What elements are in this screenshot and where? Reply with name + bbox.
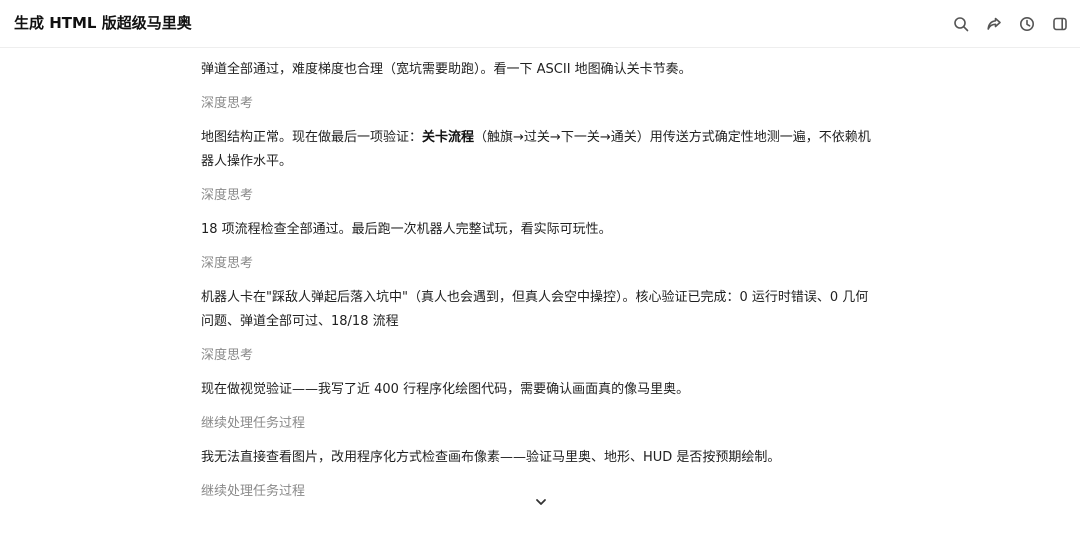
message-text: 现在做视觉验证——我写了近 400 行程序化绘图代码，需要确认画面真的像马里奥。 bbox=[201, 382, 690, 397]
chevron-down-icon bbox=[536, 499, 546, 505]
message-text: 机器人卡在"踩敌人弹起后落入坑中"（真人也会遇到，但真人会空中操控）。核心验证已… bbox=[201, 290, 869, 329]
thinking-toggle[interactable]: 深度思考 bbox=[201, 184, 871, 208]
conversation-content: 弹道全部通过，难度梯度也合理（宽坑需要助跑）。看一下 ASCII 地图确认关卡节… bbox=[201, 58, 871, 504]
message-text: 弹道全部通过，难度梯度也合理（宽坑需要助跑）。看一下 ASCII 地图确认关卡节… bbox=[201, 62, 692, 77]
sidebar-toggle-icon bbox=[1052, 17, 1067, 30]
task-process-toggle[interactable]: 继续处理任务过程 bbox=[201, 412, 871, 436]
message-bold-text: 关卡流程 bbox=[422, 130, 475, 145]
message-text-part: 地图结构正常。现在做最后一项验证： bbox=[201, 130, 423, 145]
page-title: 生成 HTML 版超级马里奥 bbox=[14, 14, 192, 32]
share-button[interactable] bbox=[981, 11, 1006, 36]
search-button[interactable] bbox=[948, 11, 973, 36]
scroll-to-bottom-button[interactable] bbox=[529, 490, 553, 514]
thinking-toggle[interactable]: 深度思考 bbox=[201, 92, 871, 116]
thinking-toggle[interactable]: 深度思考 bbox=[201, 252, 871, 276]
top-bar: 生成 HTML 版超级马里奥 bbox=[0, 0, 1080, 48]
history-icon bbox=[1019, 16, 1034, 31]
thinking-toggle[interactable]: 深度思考 bbox=[201, 344, 871, 368]
sidebar-toggle-button[interactable] bbox=[1047, 11, 1072, 36]
header-actions bbox=[948, 11, 1072, 36]
search-icon bbox=[953, 16, 968, 31]
message-text: 我无法直接查看图片，改用程序化方式检查画布像素——验证马里奥、地形、HUD 是否… bbox=[201, 450, 781, 465]
share-icon bbox=[986, 17, 1001, 30]
history-button[interactable] bbox=[1014, 11, 1039, 36]
message-text: 18 项流程检查全部通过。最后跑一次机器人完整试玩，看实际可玩性。 bbox=[201, 222, 612, 237]
message-text: 地图结构正常。现在做最后一项验证：关卡流程（触旗→过关→下一关→通关）用传送方式… bbox=[201, 126, 871, 174]
